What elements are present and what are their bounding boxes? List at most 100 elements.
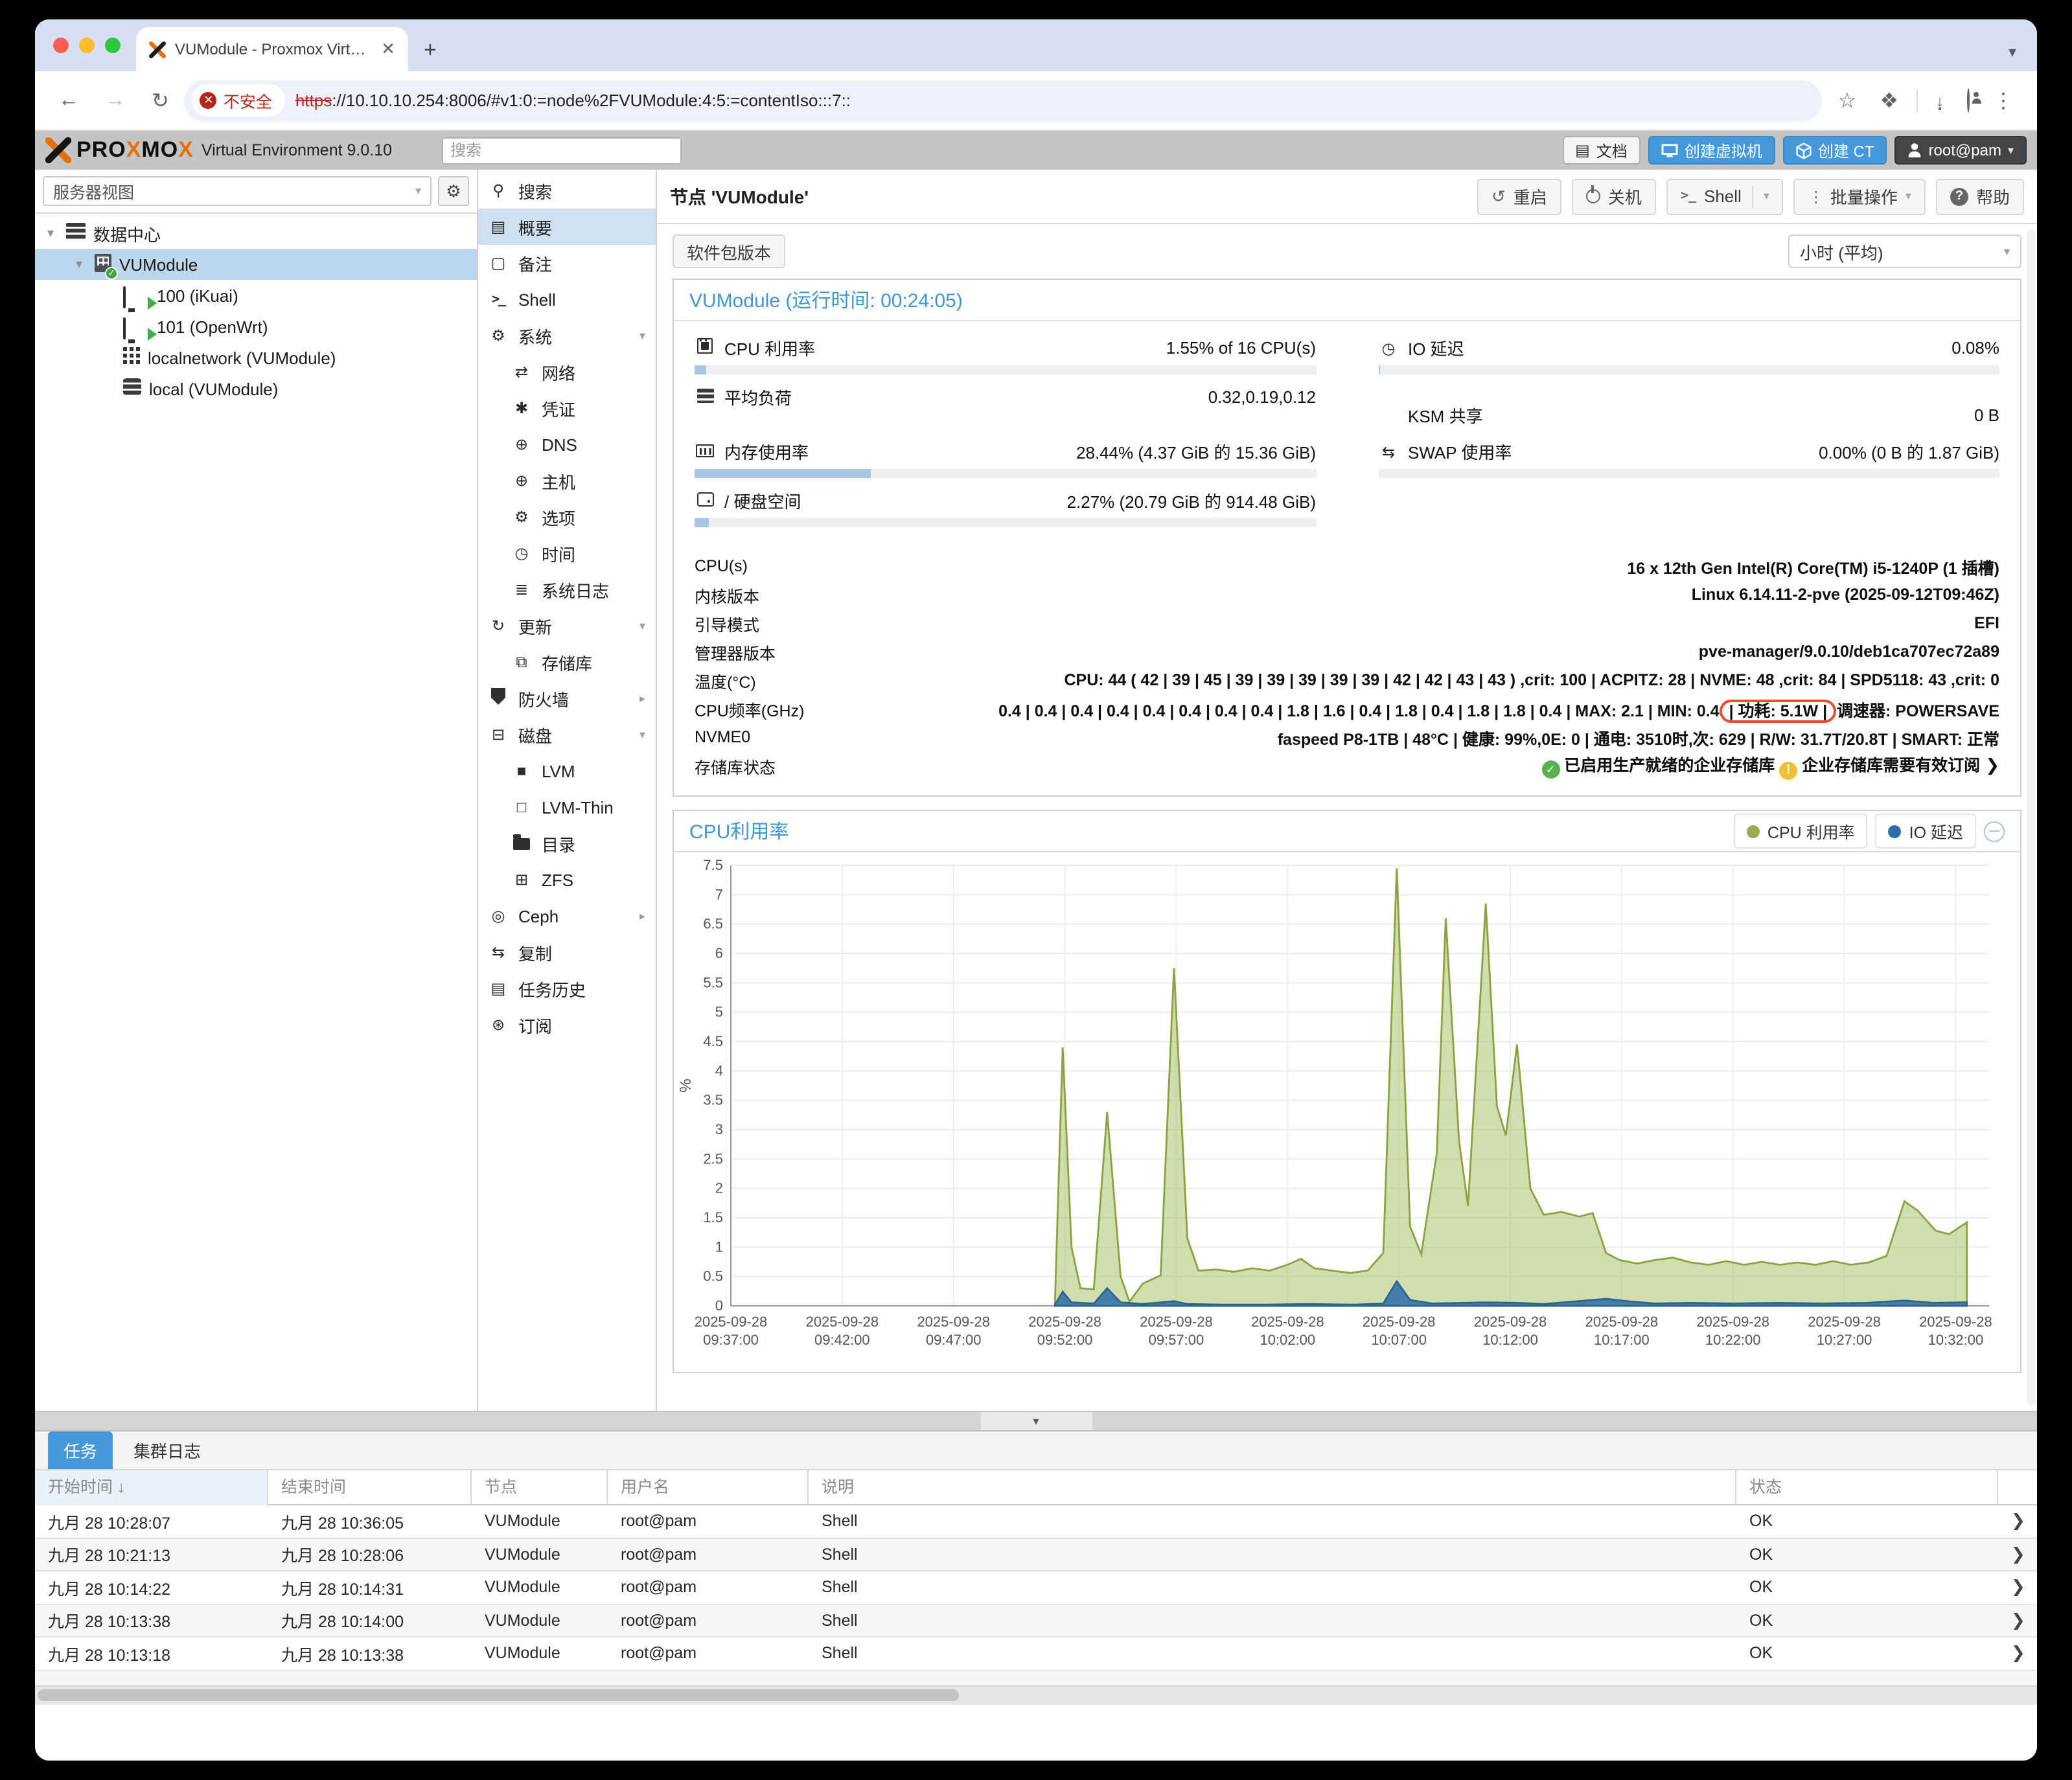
- nav-item--[interactable]: ⊟磁盘▾: [478, 716, 656, 753]
- nav-item--[interactable]: ✱凭证: [478, 390, 656, 426]
- nav-item-lvm-thin[interactable]: □LVM-Thin: [478, 789, 656, 825]
- nav-item--[interactable]: ⚙系统▾: [478, 317, 656, 354]
- new-tab-button[interactable]: +: [408, 38, 452, 71]
- nav-item--[interactable]: ⧉存储库: [478, 644, 656, 680]
- browser-tab[interactable]: VUModule - Proxmox Virtual E ✕: [136, 27, 408, 71]
- nav-item--[interactable]: ⚲搜索: [478, 172, 656, 209]
- user-menu-button[interactable]: root@pam▾: [1895, 136, 2027, 165]
- repo-details-chevron-icon[interactable]: ❯: [1985, 755, 1999, 775]
- tree-item-100-ikuai-[interactable]: 100 (iKuai): [35, 280, 477, 311]
- tab-tasks[interactable]: 任务: [48, 1432, 113, 1469]
- proxmox-logo-icon: [45, 137, 71, 163]
- tab-cluster-log[interactable]: 集群日志: [118, 1432, 216, 1469]
- nav-item-lvm[interactable]: ■LVM: [478, 753, 656, 789]
- column-header-1[interactable]: 结束时间: [268, 1470, 472, 1505]
- minimize-window-button[interactable]: [79, 38, 95, 53]
- tree-settings-button[interactable]: ⚙: [438, 176, 469, 206]
- task-row[interactable]: 九月 28 10:21:13九月 28 10:28:06VUModuleroot…: [35, 1538, 2037, 1571]
- column-header-4[interactable]: 说明: [809, 1470, 1736, 1505]
- reboot-button[interactable]: ↺重启: [1477, 178, 1561, 214]
- bulk-actions-button[interactable]: ⋮批量操作▾: [1794, 178, 1926, 214]
- column-header-2[interactable]: 节点: [472, 1470, 608, 1505]
- security-chip[interactable]: ✕ 不安全: [192, 84, 285, 117]
- view-select[interactable]: 服务器视图▾: [43, 176, 432, 206]
- nav-item--[interactable]: ↻更新▾: [478, 608, 656, 644]
- main-area: 节点 'VUModule' ↺重启 关机 >_Shell▾ ⋮批量操作▾ ?帮助…: [657, 170, 2037, 1411]
- tree-expander-icon[interactable]: ▾: [71, 257, 87, 271]
- scrollbar-thumb[interactable]: [38, 1689, 958, 1701]
- nav-item--[interactable]: ⇆复制: [478, 934, 656, 970]
- nav-item--[interactable]: ⊕主机: [478, 462, 656, 499]
- nav-item--[interactable]: ◷时间: [478, 535, 656, 571]
- documentation-button[interactable]: ▤文档: [1562, 136, 1640, 165]
- tab-search-chevron-icon[interactable]: ▾: [2009, 43, 2037, 71]
- chevron-down-icon[interactable]: ▾: [1764, 189, 1769, 203]
- create-ct-button[interactable]: 创建 CT: [1783, 136, 1887, 165]
- panel-splitter[interactable]: ▾: [35, 1411, 2037, 1432]
- task-row-chevron-icon[interactable]: ❯: [1998, 1544, 2037, 1565]
- nav-item-shell[interactable]: >_Shell: [478, 281, 656, 317]
- extensions-icon[interactable]: ❖: [1869, 87, 1909, 113]
- legend-item-cpu[interactable]: CPU 利用率: [1734, 814, 1868, 849]
- tasks-tabbar: 任务 集群日志: [35, 1432, 2037, 1470]
- column-header-0[interactable]: 开始时间 ↓: [35, 1470, 268, 1505]
- task-row-chevron-icon[interactable]: ❯: [1998, 1577, 2037, 1598]
- shell-button[interactable]: >_Shell▾: [1666, 178, 1784, 214]
- nav-item-label: 主机: [542, 468, 575, 493]
- task-cell: VUModule: [472, 1546, 608, 1564]
- nav-item--[interactable]: 目录: [478, 825, 656, 861]
- nav-item--[interactable]: ⇄网络: [478, 354, 656, 390]
- browser-menu-icon[interactable]: ⋮: [1983, 87, 2024, 113]
- tasks-panel: 任务 集群日志 开始时间 ↓结束时间节点用户名说明状态 九月 28 10:28:…: [35, 1432, 2037, 1761]
- nav-item--[interactable]: ▢备注: [478, 245, 656, 281]
- tree-item-vumodule[interactable]: ▾✓VUModule: [35, 249, 477, 280]
- tree-item-local-vumodule-[interactable]: local (VUModule): [35, 373, 477, 404]
- help-button[interactable]: ?帮助: [1936, 178, 2024, 214]
- macos-window-controls[interactable]: [35, 19, 136, 71]
- nav-item--[interactable]: ⚙选项: [478, 499, 656, 535]
- task-row-chevron-icon[interactable]: ❯: [1998, 1610, 2037, 1631]
- nav-item--[interactable]: ≣系统日志: [478, 571, 656, 608]
- profile-avatar-icon[interactable]: [1957, 89, 1980, 112]
- horizontal-scrollbar[interactable]: [35, 1685, 2037, 1704]
- nav-item-ceph[interactable]: ◎Ceph▸: [478, 898, 656, 934]
- collapse-chart-icon[interactable]: [1984, 821, 2005, 841]
- browser-tabstrip: VUModule - Proxmox Virtual E ✕ + ▾: [35, 19, 2037, 71]
- address-bar[interactable]: ✕ 不安全 https://10.10.10.254:8006/#v1:0:=n…: [185, 80, 1823, 121]
- nav-item--[interactable]: 防火墙▸: [478, 680, 656, 716]
- task-row[interactable]: 九月 28 10:28:07九月 28 10:36:05VUModuleroot…: [35, 1505, 2037, 1538]
- forward-icon[interactable]: →: [95, 89, 136, 112]
- splitter-collapse-handle[interactable]: ▾: [980, 1412, 1092, 1430]
- downloads-icon[interactable]: ↓: [1926, 89, 1954, 112]
- tree-item-101-openwrt-[interactable]: 101 (OpenWrt): [35, 311, 477, 342]
- task-row[interactable]: 九月 28 10:13:18九月 28 10:13:38VUModuleroot…: [35, 1637, 2037, 1671]
- task-row-chevron-icon[interactable]: ❯: [1998, 1511, 2037, 1532]
- nav-item-dns[interactable]: ⊕DNS: [478, 426, 656, 462]
- tree-expander-icon[interactable]: ▾: [43, 226, 58, 240]
- create-vm-button[interactable]: 创建虚拟机: [1648, 136, 1775, 165]
- task-row[interactable]: 九月 28 10:13:38九月 28 10:14:00VUModuleroot…: [35, 1604, 2037, 1637]
- global-search-input[interactable]: [441, 137, 681, 164]
- nav-item--[interactable]: ⊛订阅: [478, 1007, 656, 1043]
- close-window-button[interactable]: [53, 38, 69, 53]
- nav-item-zfs[interactable]: ⊞ZFS: [478, 861, 656, 898]
- bookmark-star-icon[interactable]: ☆: [1828, 87, 1867, 113]
- cpu-usage-chart[interactable]: 00.511.522.533.544.555.566.577.52025-09-…: [674, 852, 2018, 1365]
- legend-item-io[interactable]: IO 延迟: [1876, 814, 1976, 849]
- column-header-5[interactable]: 状态: [1736, 1470, 1998, 1505]
- nav-item--[interactable]: ▤概要: [478, 209, 656, 245]
- gauge-io-: ◷IO 延迟0.08%: [1378, 334, 1999, 374]
- task-row[interactable]: 九月 28 10:14:22九月 28 10:14:31VUModuleroot…: [35, 1571, 2037, 1604]
- tree-item--[interactable]: ▾数据中心: [35, 218, 477, 249]
- zoom-window-button[interactable]: [105, 38, 121, 53]
- tree-item-localnetwork-vumodule-[interactable]: localnetwork (VUModule): [35, 342, 477, 373]
- task-row-chevron-icon[interactable]: ❯: [1998, 1643, 2037, 1664]
- shutdown-button[interactable]: 关机: [1572, 178, 1656, 214]
- timeframe-select[interactable]: 小时 (平均)▾: [1788, 234, 2021, 268]
- reload-icon[interactable]: ↻: [141, 87, 179, 113]
- column-header-3[interactable]: 用户名: [608, 1470, 809, 1505]
- package-versions-button[interactable]: 软件包版本: [673, 234, 785, 268]
- back-icon[interactable]: ←: [48, 89, 89, 112]
- nav-item--[interactable]: ▤任务历史: [478, 970, 656, 1007]
- tab-close-icon[interactable]: ✕: [378, 39, 398, 60]
